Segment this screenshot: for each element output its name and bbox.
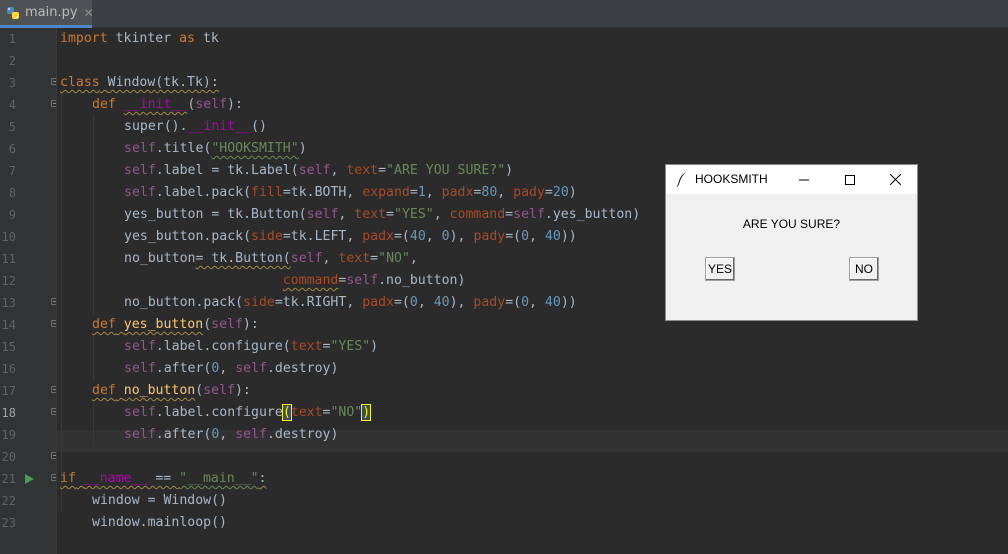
line-number: 2	[8, 54, 16, 68]
line-number: 5	[8, 120, 16, 134]
code-line-21: if __name__ == "__main__":	[60, 471, 267, 486]
indent-guide	[93, 116, 94, 314]
code-line-3: class Window(tk.Tk):	[60, 75, 219, 90]
code-line-17: def no_button(self):	[92, 383, 251, 398]
line-number: 3	[8, 76, 16, 90]
line-number: 23	[1, 516, 16, 530]
code-line-8: self.label.pack(fill=tk.BOTH, expand=1, …	[124, 185, 577, 200]
line-number: 19	[1, 428, 16, 442]
code-line-23: window.mainloop()	[92, 515, 227, 530]
line-number: 9	[8, 208, 16, 222]
code-line-18: self.label.configure(text="NO")	[124, 404, 372, 421]
minimize-icon[interactable]	[781, 165, 827, 194]
code-line-10: yes_button.pack(side=tk.LEFT, padx=(40, …	[124, 229, 577, 244]
no-button[interactable]: NO	[849, 257, 879, 281]
tab-filename: main.py	[25, 5, 78, 20]
code-line-9: yes_button = tk.Button(self, text="YES",…	[124, 207, 641, 222]
line-number: 15	[1, 340, 16, 354]
code-line-22: window = Window()	[92, 493, 227, 508]
indent-guide	[93, 336, 94, 380]
code-line-5: super().__init__()	[124, 119, 267, 134]
indent-guide	[61, 94, 62, 512]
line-number: 14	[1, 318, 16, 332]
code-line-1: import tkinter as tk	[60, 31, 219, 46]
code-line-7: self.label = tk.Label(self, text="ARE YO…	[124, 163, 514, 178]
code-line-15: self.label.configure(text="YES")	[124, 339, 379, 354]
tk-window-titlebar[interactable]: HOOKSMITH	[666, 165, 917, 194]
tk-app-window[interactable]: HOOKSMITH ARE YOU SURE? YES NO	[665, 164, 918, 321]
run-gutter-icon[interactable]	[25, 474, 34, 484]
line-number: 7	[8, 164, 16, 178]
python-file-icon	[6, 6, 20, 20]
close-icon[interactable]	[872, 165, 918, 194]
line-number: 10	[1, 230, 16, 244]
line-number: 17	[1, 384, 16, 398]
line-number: 1	[8, 32, 16, 46]
maximize-icon[interactable]	[827, 165, 873, 194]
tab-close-icon[interactable]: ✕	[84, 6, 94, 20]
line-number: 13	[1, 296, 16, 310]
line-number: 20	[1, 450, 16, 464]
line-number: 8	[8, 186, 16, 200]
line-number: 6	[8, 142, 16, 156]
code-line-13: no_button.pack(side=tk.RIGHT, padx=(0, 4…	[124, 295, 577, 310]
line-number: 21	[1, 472, 16, 486]
feather-icon	[676, 171, 688, 187]
code-line-16: self.after(0, self.destroy)	[124, 361, 339, 376]
code-line-4: def __init__(self):	[92, 97, 243, 112]
line-number: 11	[1, 252, 16, 266]
line-number: 4	[8, 98, 16, 112]
confirmation-label: ARE YOU SURE?	[742, 217, 841, 231]
indent-guide	[93, 402, 94, 446]
code-line-19: self.after(0, self.destroy)	[124, 427, 339, 442]
yes-button[interactable]: YES	[705, 257, 735, 281]
tab-main-py[interactable]: main.py ✕	[0, 0, 94, 28]
code-line-12: command=self.no_button)	[282, 273, 466, 288]
code-line-6: self.title("HOOKSMITH")	[124, 141, 307, 156]
editor-tab-bar: main.py ✕	[0, 0, 1008, 28]
code-line-11: no_button= tk.Button(self, text="NO",	[124, 251, 418, 266]
line-number: 12	[1, 274, 16, 288]
line-number: 22	[1, 494, 16, 508]
code-line-14: def yes_button(self):	[92, 317, 259, 332]
line-number: 16	[1, 362, 16, 376]
tk-window-title: HOOKSMITH	[695, 172, 768, 186]
line-number: 18	[1, 406, 16, 420]
